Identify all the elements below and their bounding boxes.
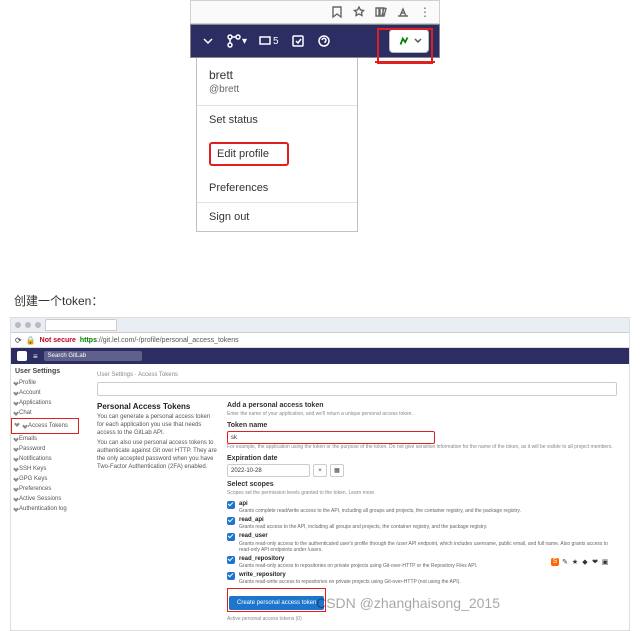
bookmark-icon bbox=[331, 6, 343, 18]
browser-tab[interactable] bbox=[45, 319, 117, 331]
chevron-down-icon bbox=[414, 37, 422, 45]
todos-icon[interactable]: 5 bbox=[259, 34, 279, 48]
scopes-label: Select scopes bbox=[227, 481, 615, 488]
token-name-label: Token name bbox=[227, 422, 615, 429]
settings-sidebar: User Settings ProfileAccountApplications… bbox=[11, 364, 83, 630]
checkbox[interactable] bbox=[227, 533, 235, 541]
books-icon bbox=[375, 6, 387, 18]
gitlab-logo-icon[interactable] bbox=[17, 351, 27, 361]
sidebar-item-applications[interactable]: Applications bbox=[11, 398, 83, 408]
main-content: User Settings · Access Tokens Personal A… bbox=[83, 364, 629, 630]
scopes-list: apiGrants complete read/write access to … bbox=[227, 501, 615, 585]
section-caption: 创建一个token： bbox=[14, 292, 640, 309]
sidebar-item-access-tokens[interactable]: Access Tokens bbox=[20, 421, 78, 431]
calendar-icon[interactable]: ▦ bbox=[330, 464, 344, 477]
hamburger-icon[interactable]: ≡ bbox=[33, 352, 38, 361]
chevron-down-icon[interactable] bbox=[201, 34, 215, 48]
bottom-screenshot: ⟳ 🔒 Not secure https://git.lel.com/-/pro… bbox=[10, 317, 630, 631]
checkbox[interactable] bbox=[227, 501, 235, 509]
sidebar-item-profile[interactable]: Profile bbox=[11, 378, 83, 388]
sidebar-item-preferences[interactable]: Preferences bbox=[11, 484, 83, 494]
sidebar-item-notifications[interactable]: Notifications bbox=[11, 454, 83, 464]
pat-title: Personal Access Tokens bbox=[97, 402, 217, 411]
share-icon[interactable]: S bbox=[551, 558, 559, 566]
menu-preferences[interactable]: Preferences bbox=[197, 174, 357, 202]
checkbox[interactable] bbox=[227, 556, 235, 564]
browser-top-icons: ⋮ bbox=[190, 0, 440, 24]
gitlab-header: ≡ Search GitLab bbox=[11, 348, 629, 364]
sidebar-item-password[interactable]: Password bbox=[11, 444, 83, 454]
user-dropdown: brett @brett Set status Edit profile Pre… bbox=[196, 58, 358, 232]
description-column: Personal Access Tokens You can generate … bbox=[97, 402, 217, 622]
scope-api: apiGrants complete read/write access to … bbox=[227, 501, 615, 514]
sidebar-heading: User Settings bbox=[15, 368, 83, 375]
help-icon[interactable] bbox=[317, 34, 331, 48]
share-icon[interactable]: ★ bbox=[571, 558, 579, 566]
kebab-icon: ⋮ bbox=[419, 5, 431, 19]
sidebar-item-account[interactable]: Account bbox=[11, 388, 83, 398]
sidebar-item-emails[interactable]: Emails bbox=[11, 434, 83, 444]
checkbox[interactable] bbox=[227, 517, 235, 525]
star-icon bbox=[353, 6, 365, 18]
form-column: Add a personal access token Enter the na… bbox=[227, 402, 615, 622]
sidebar-item-gpg-keys[interactable]: GPG Keys bbox=[11, 474, 83, 484]
sidebar-item-ssh-keys[interactable]: SSH Keys bbox=[11, 464, 83, 474]
search-input[interactable]: Search GitLab bbox=[44, 351, 142, 361]
active-tokens-footer: Active personal access tokens (0) bbox=[227, 616, 615, 622]
issues-icon[interactable] bbox=[291, 34, 305, 48]
menu-set-status[interactable]: Set status bbox=[197, 106, 357, 134]
watermark: CSDN @zhanghaisong_2015 bbox=[316, 595, 500, 611]
form-heading: Add a personal access token bbox=[227, 402, 615, 409]
user-handle: @brett bbox=[209, 84, 345, 95]
refresh-icon[interactable]: ⟳ bbox=[15, 336, 22, 345]
scope-write_repository: write_repositoryGrants read-write access… bbox=[227, 572, 615, 585]
expiration-input[interactable]: 2022-10-28 bbox=[227, 464, 310, 477]
merge-icon[interactable]: ▾ bbox=[227, 34, 247, 48]
share-icon[interactable]: ❤ bbox=[591, 558, 599, 566]
share-icon[interactable]: ◆ bbox=[581, 558, 589, 566]
sidebar-item-authentication-log[interactable]: Authentication log bbox=[11, 504, 83, 514]
top-screenshot: ⋮ ▾ 5 brett @brett Set status Edit profi… bbox=[190, 0, 440, 232]
breadcrumb: User Settings · Access Tokens bbox=[97, 372, 615, 378]
menu-sign-out[interactable]: Sign out bbox=[197, 203, 357, 231]
create-token-button[interactable]: Create personal access token bbox=[229, 596, 324, 610]
share-icons: S ✎ ★ ◆ ❤ ▣ bbox=[551, 558, 609, 566]
share-icon[interactable]: ▣ bbox=[601, 558, 609, 566]
theme-icon bbox=[397, 6, 409, 18]
scope-read_api: read_apiGrants read access to the API, i… bbox=[227, 517, 615, 530]
highlight-box: Create personal access token bbox=[227, 588, 326, 612]
browser-urlbar: ⟳ 🔒 Not secure https://git.lel.com/-/pro… bbox=[11, 333, 629, 348]
checkbox[interactable] bbox=[227, 572, 235, 580]
sidebar-item-active-sessions[interactable]: Active Sessions bbox=[11, 494, 83, 504]
user-avatar-button[interactable] bbox=[389, 29, 429, 53]
page-search-input[interactable] bbox=[97, 382, 617, 396]
user-name: brett bbox=[209, 68, 345, 82]
not-secure-label: Not secure bbox=[40, 337, 76, 344]
token-name-input[interactable]: sk bbox=[227, 431, 435, 444]
expiration-label: Expiration date bbox=[227, 455, 615, 462]
gitlab-navbar: ▾ 5 bbox=[190, 24, 440, 58]
dropdown-user-header: brett @brett bbox=[197, 58, 357, 105]
share-icon[interactable]: ✎ bbox=[561, 558, 569, 566]
scope-read_user: read_userGrants read-only access to the … bbox=[227, 533, 615, 552]
url-text: https://git.lel.com/-/profile/personal_a… bbox=[80, 337, 239, 344]
clear-icon[interactable]: × bbox=[313, 464, 327, 477]
browser-tabbar bbox=[11, 318, 629, 333]
sidebar-item-chat[interactable]: Chat bbox=[11, 408, 83, 418]
menu-edit-profile[interactable]: Edit profile bbox=[197, 134, 357, 174]
sidebar-item-access-tokens[interactable]: Access Tokens bbox=[11, 418, 79, 434]
